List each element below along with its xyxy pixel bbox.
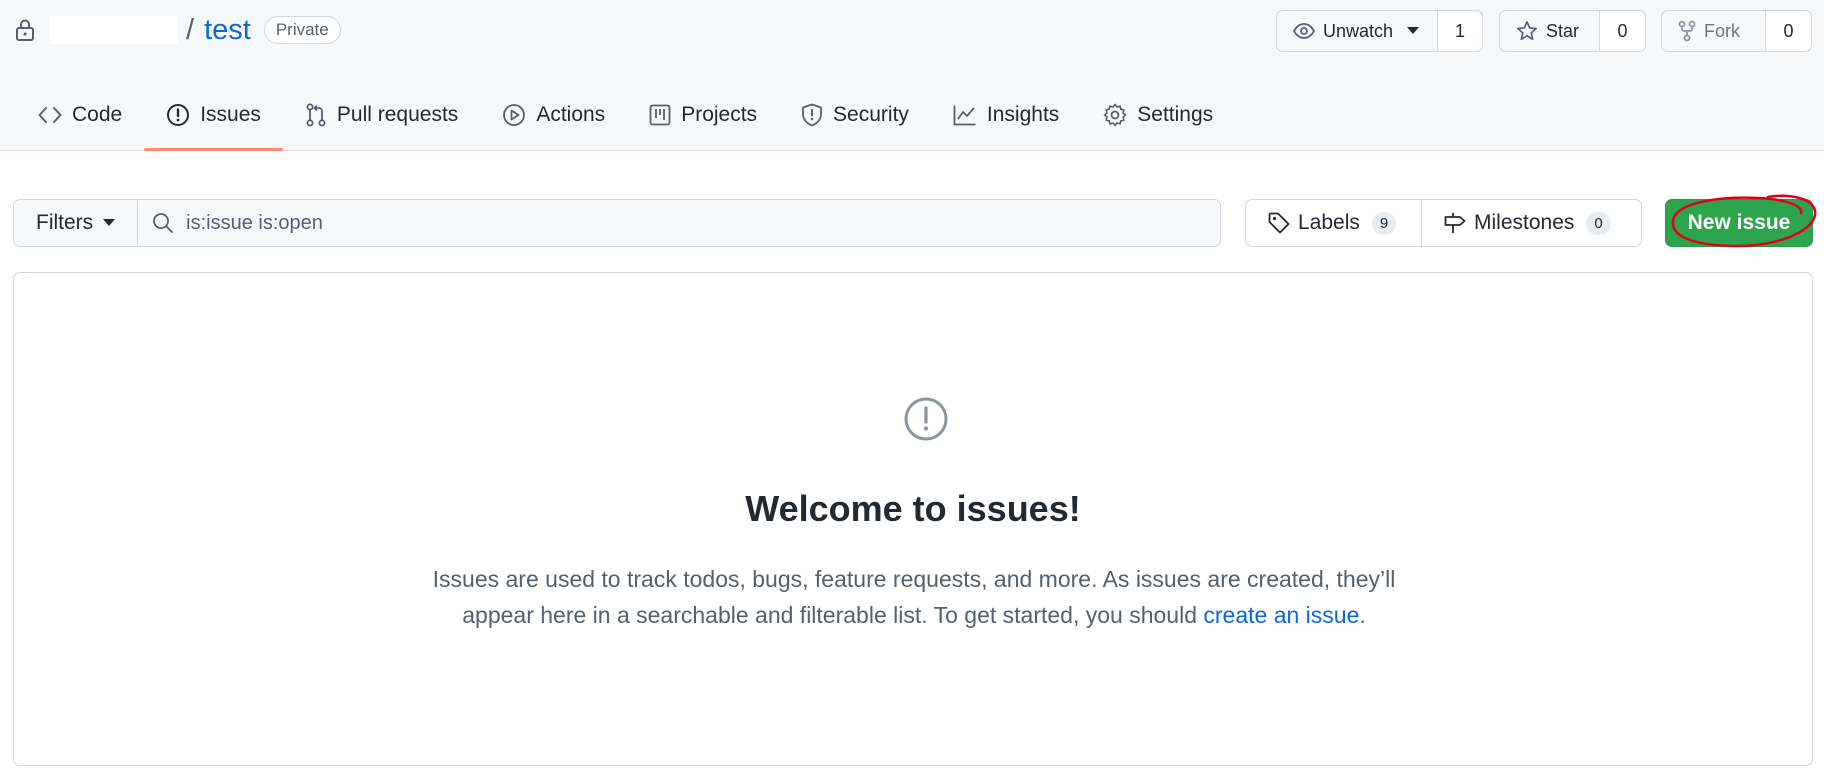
tag-icon — [1268, 212, 1290, 234]
tab-code[interactable]: Code — [16, 90, 144, 140]
graph-icon — [953, 105, 976, 126]
star-icon — [1517, 21, 1537, 41]
labels-count: 9 — [1371, 211, 1397, 235]
tab-label: Actions — [536, 103, 606, 126]
code-icon — [38, 107, 62, 123]
star-button-group: Star 0 — [1499, 10, 1646, 52]
git-pull-request-icon — [306, 103, 326, 127]
labels-button[interactable]: Labels 9 — [1246, 200, 1421, 246]
blankslate-title: Welcome to issues! — [745, 488, 1081, 529]
caret-down-icon — [103, 219, 116, 226]
filters-search-group: Filters is:issue is:open — [13, 199, 1221, 247]
table-icon — [649, 104, 671, 126]
repo-title: / test Private — [14, 14, 341, 46]
tab-insights[interactable]: Insights — [931, 90, 1081, 140]
issue-opened-icon — [904, 397, 948, 441]
tab-actions[interactable]: Actions — [480, 90, 627, 140]
stars-count[interactable]: 0 — [1600, 11, 1645, 51]
tab-label: Insights — [986, 103, 1060, 126]
blankslate-text-end: . — [1359, 602, 1366, 628]
milestones-button[interactable]: Milestones 0 — [1421, 200, 1641, 246]
owner-name-redacted[interactable] — [50, 16, 178, 44]
unwatch-button[interactable]: Unwatch — [1277, 11, 1438, 51]
search-query: is:issue is:open — [186, 211, 323, 234]
tab-label: Projects — [681, 103, 758, 126]
create-issue-link[interactable]: create an issue — [1203, 602, 1359, 628]
tab-settings[interactable]: Settings — [1081, 90, 1235, 140]
watchers-count[interactable]: 1 — [1438, 11, 1482, 51]
star-label: Star — [1546, 20, 1580, 41]
repo-forked-icon — [1678, 20, 1696, 42]
tab-pull-requests[interactable]: Pull requests — [283, 90, 480, 140]
unwatch-label: Unwatch — [1323, 20, 1394, 41]
repo-tabs: Code Issues Pull requests Actions Projec… — [16, 90, 1235, 151]
watch-button-group: Unwatch 1 — [1276, 10, 1483, 52]
milestones-label: Milestones — [1474, 211, 1575, 234]
filters-button[interactable]: Filters — [14, 200, 139, 246]
tab-projects[interactable]: Projects — [627, 90, 779, 140]
labels-label: Labels — [1298, 211, 1360, 234]
visibility-badge: Private — [263, 16, 341, 44]
milestones-count: 0 — [1586, 211, 1611, 235]
tab-label: Security — [833, 103, 909, 126]
labels-milestones-group: Labels 9 Milestones 0 — [1245, 199, 1642, 247]
filters-label: Filters — [36, 211, 94, 234]
tab-label: Code — [72, 103, 123, 126]
search-icon — [153, 213, 174, 233]
forks-count[interactable]: 0 — [1766, 11, 1811, 51]
repo-header: / test Private Unwatch 1 Star 0 Fork 0 C… — [0, 0, 1824, 151]
tab-security[interactable]: Security — [779, 90, 931, 140]
lock-icon — [14, 18, 36, 42]
issues-blankslate: Welcome to issues! Issues are used to tr… — [13, 272, 1813, 766]
tab-label: Pull requests — [336, 103, 459, 126]
repo-name-link[interactable]: test — [204, 14, 251, 47]
blankslate-description: Issues are used to track todos, bugs, fe… — [409, 561, 1419, 633]
issue-opened-icon — [167, 104, 190, 126]
new-issue-button[interactable]: New issue — [1665, 199, 1813, 247]
fork-button[interactable]: Fork — [1662, 11, 1766, 51]
eye-icon — [1293, 23, 1315, 39]
tab-label: Settings — [1137, 103, 1214, 126]
tab-label: Issues — [200, 103, 261, 126]
issues-search-input[interactable]: is:issue is:open — [138, 200, 1220, 246]
fork-label: Fork — [1704, 20, 1740, 41]
star-button[interactable]: Star — [1500, 11, 1600, 51]
caret-down-icon — [1407, 27, 1420, 34]
repo-separator: / — [186, 13, 195, 46]
play-icon — [503, 104, 526, 126]
fork-button-group: Fork 0 — [1661, 10, 1812, 52]
tab-issues[interactable]: Issues — [144, 90, 283, 151]
shield-icon — [802, 103, 822, 127]
gear-icon — [1103, 103, 1127, 127]
milestone-icon — [1444, 213, 1466, 233]
